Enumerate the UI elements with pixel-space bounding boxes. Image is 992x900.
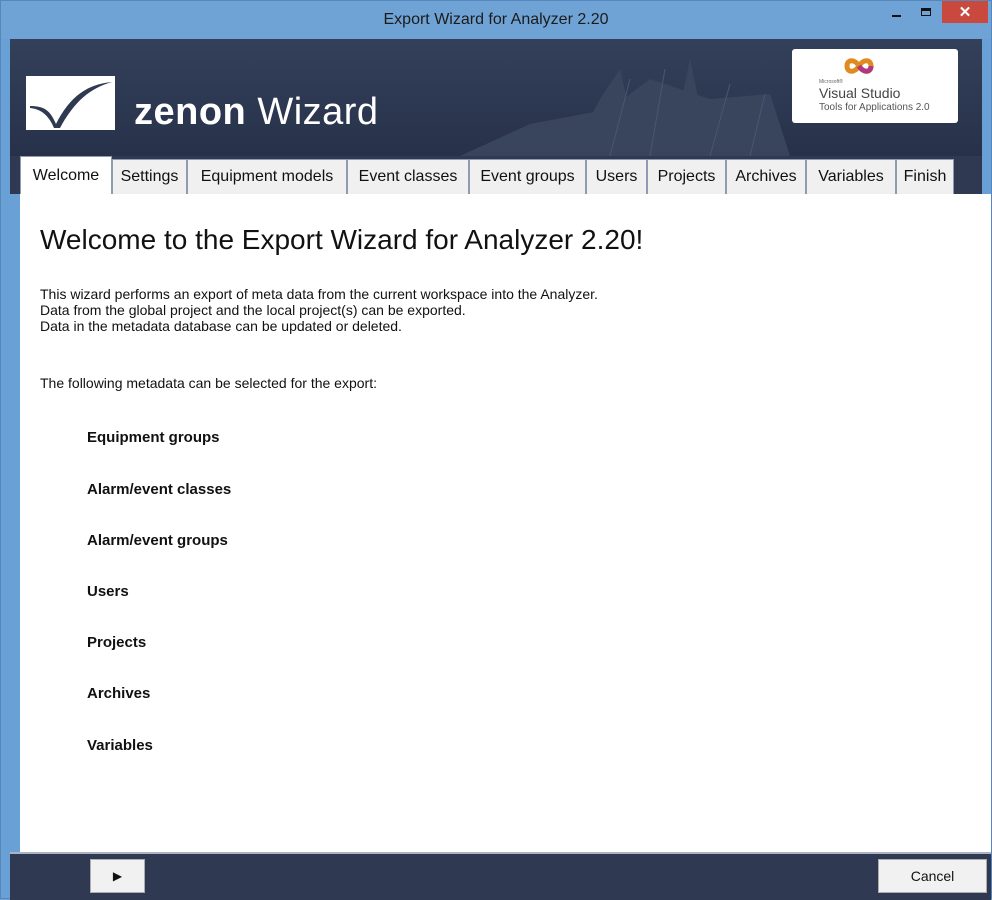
list-caption: The following metadata can be selected f… [40, 375, 377, 391]
intro-line-1: This wizard performs an export of meta d… [40, 286, 598, 302]
tab-label: Variables [818, 168, 884, 185]
tab-variables[interactable]: Variables [806, 159, 896, 194]
zenon-logo [26, 76, 115, 130]
maximize-icon [921, 8, 931, 16]
list-item-alarm-event-classes: Alarm/event classes [87, 481, 232, 498]
list-item-archives: Archives [87, 685, 151, 702]
tab-label: Finish [903, 168, 947, 185]
tab-label: Event groups [480, 168, 575, 185]
tab-finish[interactable]: Finish [896, 159, 954, 194]
list-item-users: Users [87, 583, 129, 600]
page-title: Welcome to the Export Wizard for Analyze… [40, 224, 644, 255]
tab-welcome[interactable]: Welcome [20, 156, 112, 194]
tab-label: Equipment models [200, 168, 334, 185]
tab-users[interactable]: Users [586, 159, 647, 194]
zenon-swoosh-icon [30, 82, 112, 128]
close-icon: ✕ [958, 4, 972, 21]
cancel-button-label: Cancel [910, 868, 955, 884]
cancel-button[interactable]: Cancel [878, 859, 987, 893]
title-bar: Export Wizard for Analyzer 2.20 ✕ [1, 1, 991, 39]
tab-event-classes[interactable]: Event classes [347, 159, 469, 194]
close-button[interactable]: ✕ [942, 1, 988, 23]
list-item-variables: Variables [87, 737, 153, 754]
wizard-footer [10, 852, 991, 900]
footer-divider [10, 852, 991, 854]
product-name: zenon Wizard [134, 91, 379, 134]
tab-settings[interactable]: Settings [112, 159, 187, 194]
zenon-wizard-banner: zenon Wizard Microsoft® Visual Studio To… [10, 39, 982, 156]
product-name-bold: zenon [134, 91, 247, 133]
minimize-button[interactable] [882, 1, 910, 23]
product-name-rest: Wizard [246, 91, 379, 133]
play-icon: ▶ [112, 869, 123, 883]
list-item-projects: Projects [87, 634, 147, 651]
tab-label: Archives [735, 168, 797, 185]
export-wizard-window: Export Wizard for Analyzer 2.20 ✕ zenon … [0, 0, 992, 900]
wizard-tab-strip: Welcome Settings Equipment models Event … [10, 156, 982, 194]
welcome-page: Welcome to the Export Wizard for Analyze… [20, 194, 991, 852]
visual-studio-subtitle: Tools for Applications 2.0 [819, 102, 930, 113]
tab-label: Event classes [358, 168, 458, 185]
maximize-button[interactable] [912, 1, 940, 23]
list-item-equipment-groups: Equipment groups [87, 429, 220, 446]
intro-line-2: Data from the global project and the loc… [40, 302, 466, 318]
tab-projects[interactable]: Projects [647, 159, 726, 194]
list-item-alarm-event-groups: Alarm/event groups [87, 532, 228, 549]
visual-studio-infinity-icon [844, 58, 874, 74]
tab-archives[interactable]: Archives [726, 159, 806, 194]
tab-event-groups[interactable]: Event groups [469, 159, 586, 194]
tab-equipment-models[interactable]: Equipment models [187, 159, 347, 194]
intro-line-3: Data in the metadata database can be upd… [40, 318, 402, 334]
visual-studio-title: Visual Studio [819, 85, 901, 101]
visual-studio-badge: Microsoft® Visual Studio Tools for Appli… [792, 49, 958, 123]
tab-label: Welcome [32, 166, 100, 184]
next-button[interactable]: ▶ [90, 859, 145, 893]
tab-label: Projects [657, 168, 716, 185]
window-title: Export Wizard for Analyzer 2.20 [383, 11, 609, 28]
tab-label: Users [595, 168, 638, 185]
tab-label: Settings [120, 168, 179, 185]
minimize-icon [891, 15, 901, 17]
